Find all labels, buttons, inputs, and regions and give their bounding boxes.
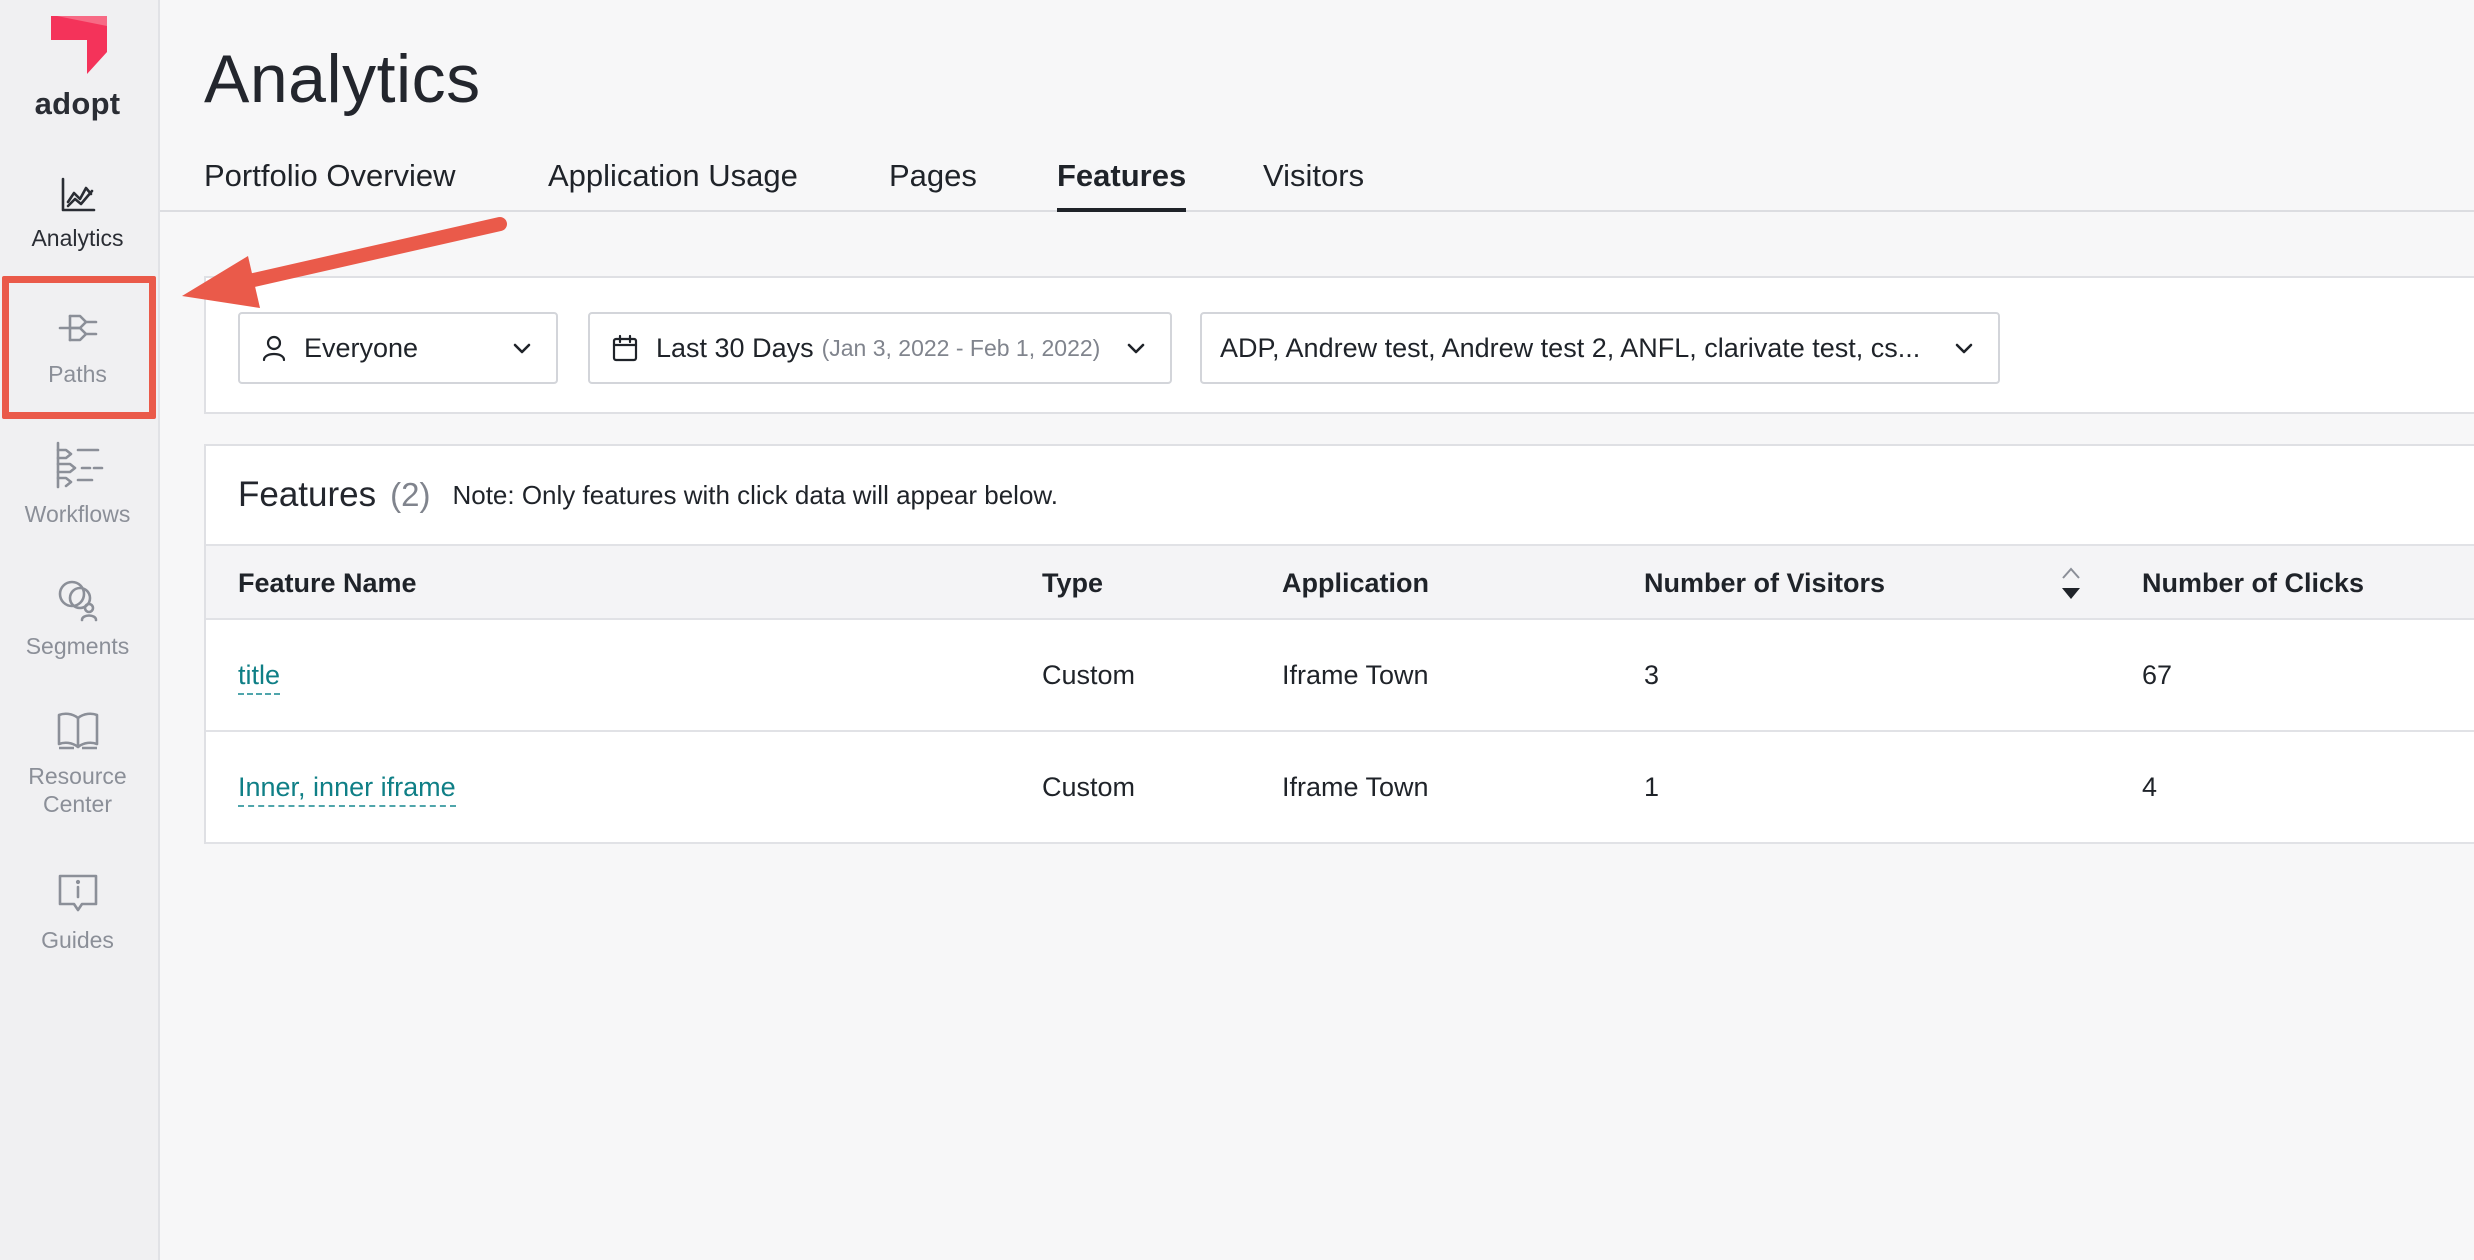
sidebar-item-label: Analytics [31, 225, 124, 251]
feature-application: Iframe Town [1282, 772, 1429, 802]
column-header-application[interactable]: Application [1282, 568, 1429, 599]
tab-pages[interactable]: Pages [889, 158, 977, 208]
feature-type: Custom [1042, 772, 1136, 802]
sidebar: adopt Analytics Paths Workflows Segments… [0, 0, 160, 1260]
segments-icon [58, 580, 97, 622]
feature-clicks: 67 [2142, 660, 2173, 690]
table-row: Inner, inner iframe Custom Iframe Town 1… [206, 732, 2474, 844]
segment-dropdown-label: Everyone [304, 332, 419, 363]
column-header-visitors[interactable]: Number of Visitors [1644, 568, 1885, 599]
sidebar-item-workflows[interactable]: Workflows [0, 440, 155, 528]
workflows-icon [56, 441, 103, 489]
app-root: adopt Analytics Paths Workflows Segments… [0, 0, 2474, 1260]
sidebar-item-label: Guides [41, 927, 114, 953]
column-header-feature-name[interactable]: Feature Name [238, 568, 417, 599]
table-row: title Custom Iframe Town 3 67 [206, 620, 2474, 732]
table-header: Feature Name Type Application Number of … [206, 544, 2474, 620]
date-range-label: Last 30 Days [656, 332, 814, 363]
feature-application: Iframe Town [1282, 660, 1429, 690]
adopt-logo-icon [50, 16, 107, 74]
card-header: Features (2) Note: Only features with cl… [206, 446, 2474, 544]
line-chart-icon [61, 177, 95, 212]
feature-clicks: 4 [2142, 772, 2158, 802]
card-count: (2) [390, 476, 431, 513]
column-header-type[interactable]: Type [1042, 568, 1103, 599]
tab-application-usage[interactable]: Application Usage [548, 158, 798, 208]
features-card: Features (2) Note: Only features with cl… [204, 444, 2474, 844]
feature-visitors: 3 [1644, 660, 1660, 690]
tab-visitors[interactable]: Visitors [1263, 158, 1364, 208]
feature-name-link[interactable]: Inner, inner iframe [238, 772, 456, 807]
sidebar-item-resource-center[interactable]: Resource Center [0, 710, 155, 818]
sidebar-item-label: Workflows [24, 501, 131, 527]
sidebar-item-label: Resource Center [28, 763, 127, 817]
guide-message-icon [58, 874, 97, 912]
sort-icon[interactable] [2058, 564, 2084, 604]
applications-dropdown[interactable]: ADP, Andrew test, Andrew test 2, ANFL, c… [1200, 312, 2000, 384]
feature-visitors: 1 [1644, 772, 1660, 802]
sidebar-item-segments[interactable]: Segments [0, 578, 155, 660]
sidebar-item-guides[interactable]: Guides [0, 872, 155, 954]
filter-bar: Everyone Last 30 Days (Jan 3, 2022 - Feb… [204, 276, 2474, 414]
user-icon [262, 335, 286, 361]
column-header-clicks[interactable]: Number of Clicks [2142, 568, 2364, 599]
card-title: Features [238, 475, 377, 514]
applications-dropdown-label: ADP, Andrew test, Andrew test 2, ANFL, c… [1220, 332, 1921, 363]
brand-name: adopt [34, 86, 121, 121]
page-title: Analytics [204, 41, 481, 117]
brand[interactable]: adopt [0, 10, 155, 122]
chevron-down-icon [1127, 343, 1145, 354]
calendar-icon [612, 334, 638, 362]
chevron-down-icon [513, 343, 531, 354]
date-range-sub: (Jan 3, 2022 - Feb 1, 2022) [821, 334, 1101, 361]
annotation-highlight-box [2, 276, 156, 419]
book-icon [57, 712, 98, 750]
segment-dropdown[interactable]: Everyone [238, 312, 558, 384]
sidebar-item-label: Segments [25, 633, 130, 659]
feature-type: Custom [1042, 660, 1136, 690]
tab-features[interactable]: Features [1057, 158, 1187, 212]
card-note: Note: Only features with click data will… [452, 479, 1058, 510]
annotation-arrow-icon [182, 217, 507, 308]
sidebar-item-analytics[interactable]: Analytics [0, 176, 155, 252]
feature-name-link[interactable]: title [238, 660, 281, 695]
chevron-down-icon [1955, 343, 1973, 354]
date-range-dropdown[interactable]: Last 30 Days (Jan 3, 2022 - Feb 1, 2022) [588, 312, 1172, 384]
